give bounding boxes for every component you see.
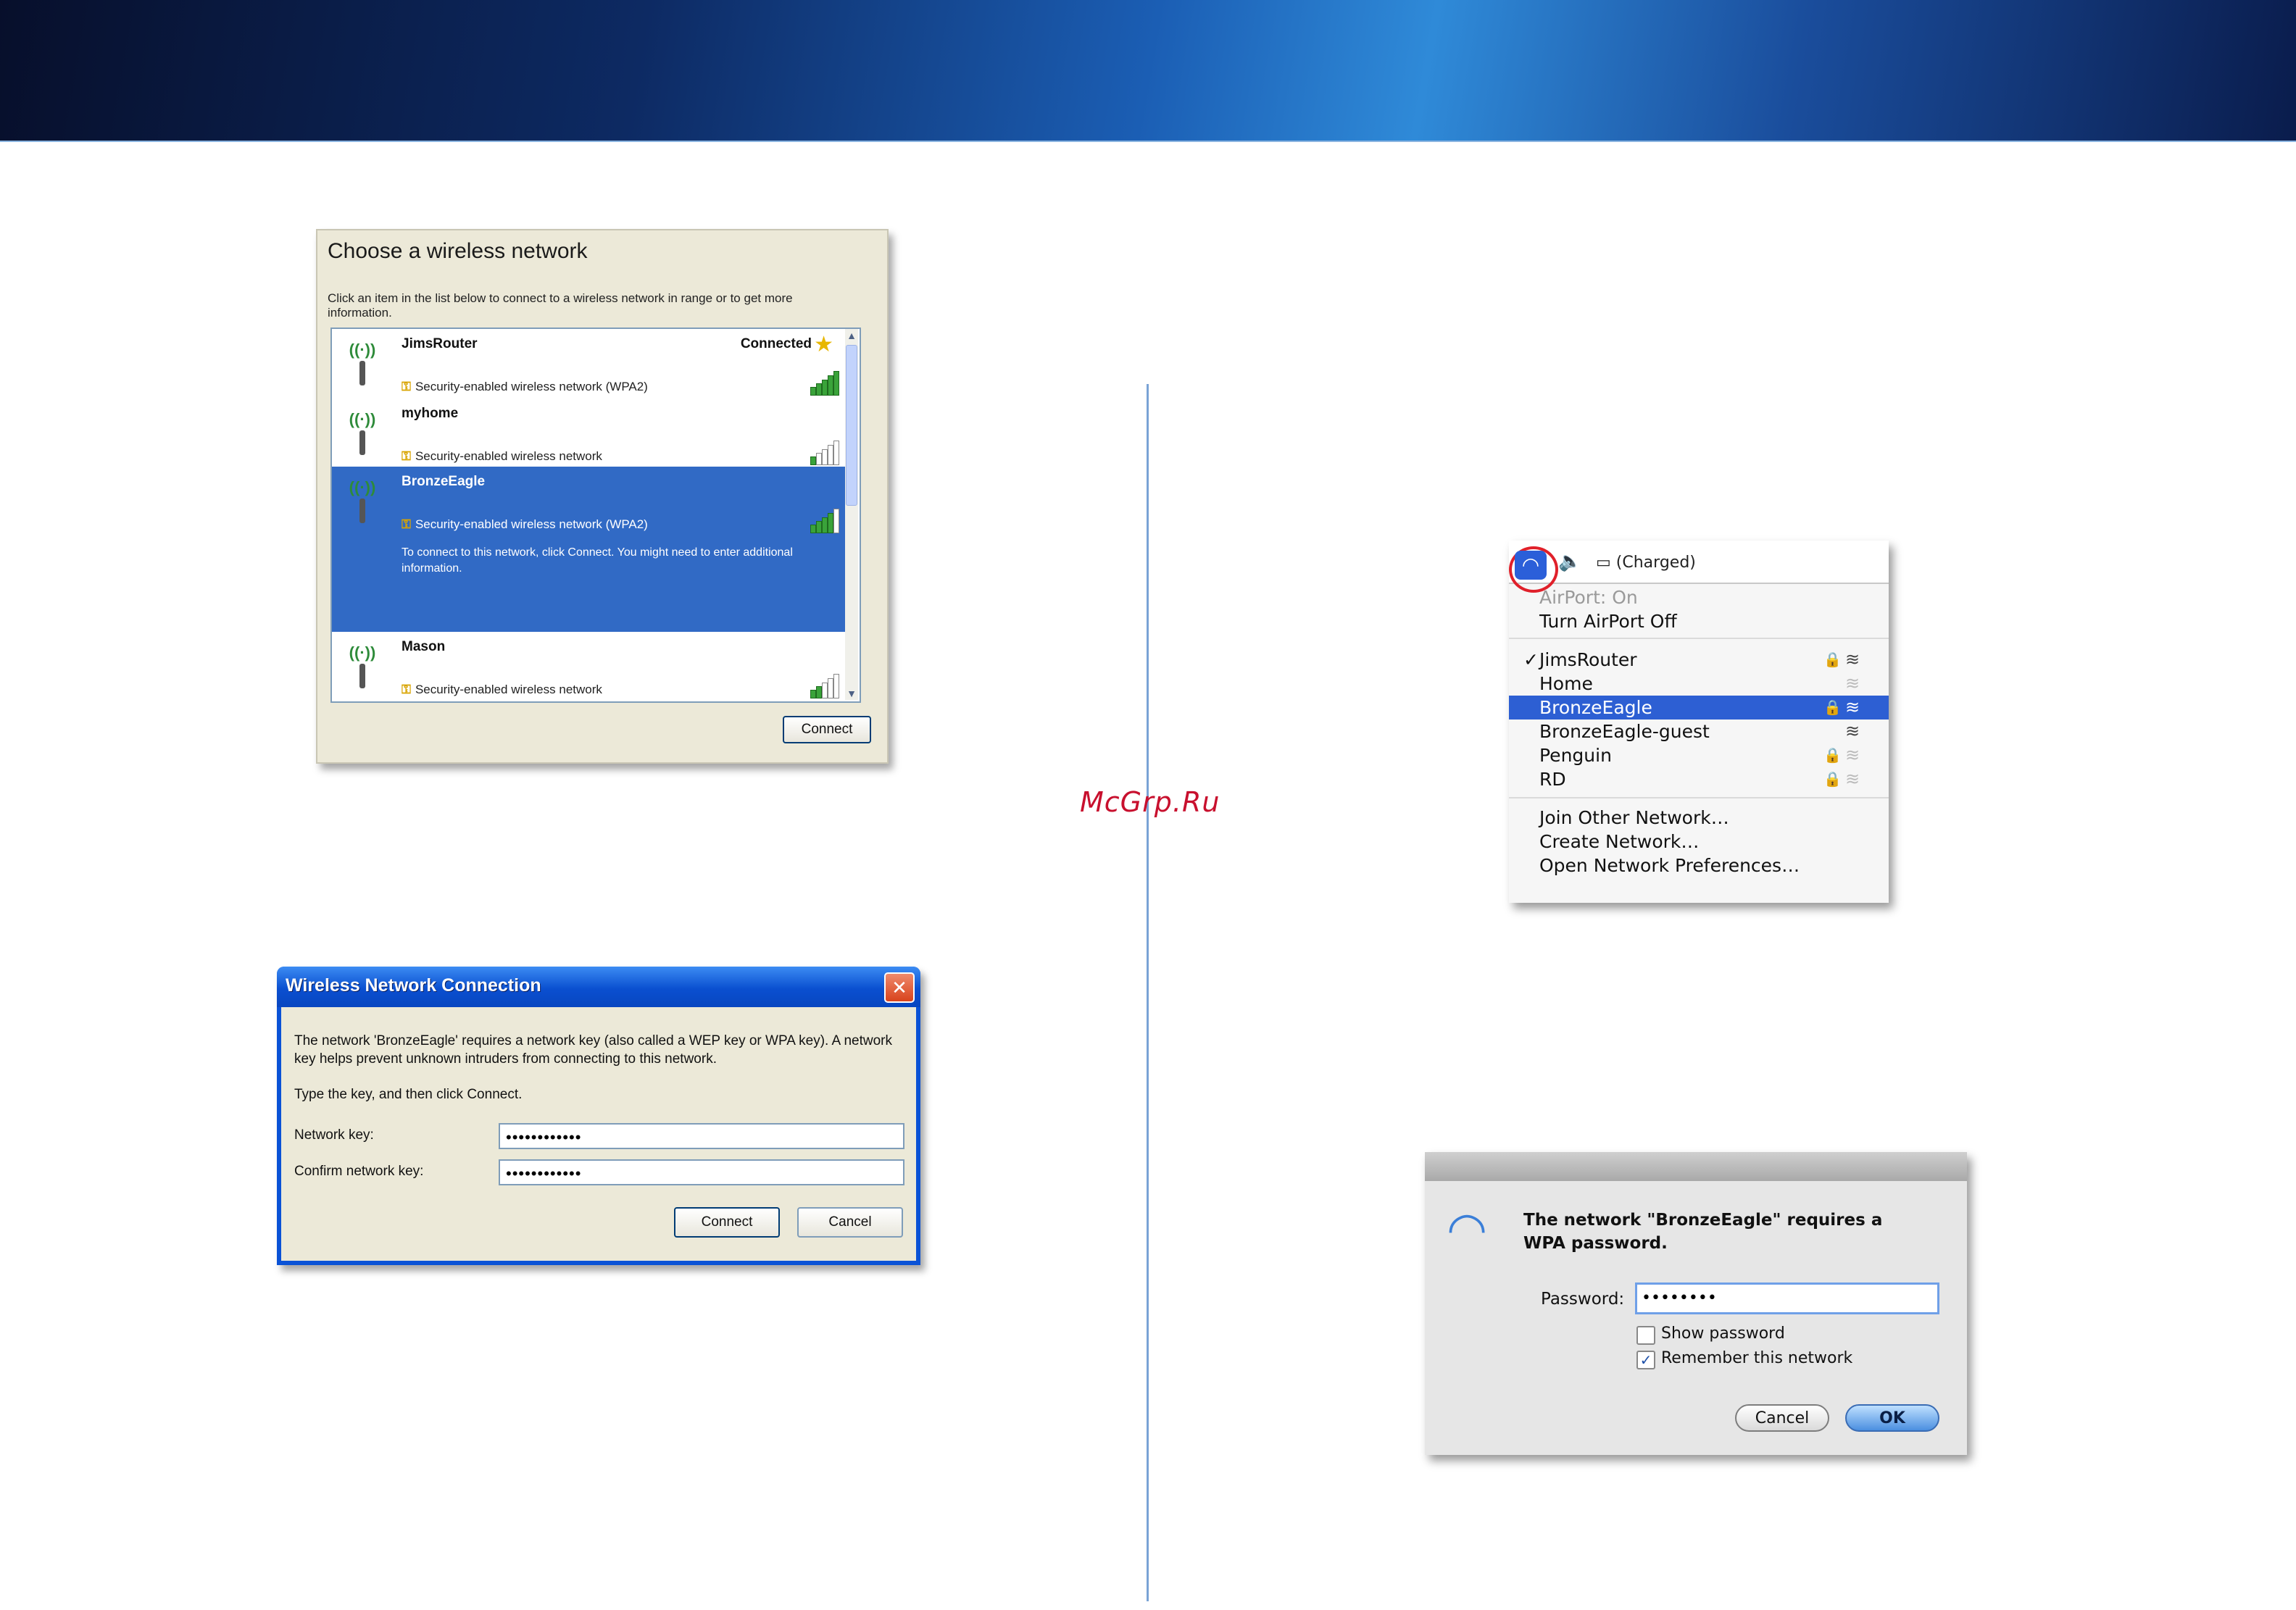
menu-network-bronzeeagle[interactable]: BronzeEagle 🔒 ≋ (1509, 696, 1889, 720)
lock-icon: 🔒 (1823, 746, 1842, 764)
connect-button[interactable]: Connect (674, 1207, 780, 1238)
network-item-myhome[interactable]: ((·)) myhome ⚿ Security-enabled wireless … (332, 399, 847, 467)
wifi-signal-icon: ≋ (1845, 673, 1860, 693)
watermark-text: McGrp.Ru (1080, 786, 1220, 818)
network-item-jimsrouter[interactable]: ((·)) JimsRouter Connected ★ ⚿ Security-e… (332, 329, 847, 399)
signal-strength-icon (810, 441, 842, 465)
security-text: ⚿ Security-enabled wireless network (WPA2… (402, 380, 648, 393)
confirm-key-field[interactable]: •••••••••••• (499, 1159, 904, 1185)
dialog-body: The network 'BronzeEagle' requires a net… (281, 1007, 916, 1261)
network-key-field[interactable]: •••••••••••• (499, 1123, 904, 1149)
choose-wireless-network-window: Choose a wireless network Click an item … (316, 229, 889, 764)
menu-network-jimsrouter[interactable]: ✓ JimsRouter 🔒 ≋ (1509, 648, 1889, 672)
dialog-title: Wireless Network Connection (286, 975, 541, 996)
network-item-mason[interactable]: ((·)) Mason ⚿ Security-enabled wireless n… (332, 632, 847, 701)
show-password-label: Show password (1661, 1325, 1785, 1343)
checkmark-icon: ✓ (1523, 649, 1539, 670)
confirm-key-label: Confirm network key: (294, 1164, 424, 1179)
lock-icon: ⚿ (402, 449, 411, 463)
security-text: ⚿ Security-enabled wireless network (402, 449, 602, 463)
remember-network-label: Remember this network (1661, 1349, 1853, 1367)
lock-icon: 🔒 (1823, 770, 1842, 788)
battery-icon: ▭ (1596, 554, 1611, 572)
scroll-down-icon[interactable]: ▼ (846, 687, 857, 700)
lock-icon: 🔒 (1823, 651, 1842, 668)
close-icon[interactable]: ✕ (884, 972, 915, 1003)
dialog-message: The network 'BronzeEagle' requires a net… (294, 1033, 892, 1067)
lock-icon: 🔒 (1823, 698, 1842, 716)
open-network-preferences-item[interactable]: Open Network Preferences… (1509, 854, 1889, 877)
window-description: Click an item in the list below to conne… (328, 291, 793, 320)
lock-icon: ⚿ (402, 380, 411, 393)
wifi-signal-icon: ≋ (1845, 721, 1860, 741)
antenna-icon: ((·)) (341, 410, 384, 461)
dialog-title-bar (1425, 1152, 1967, 1181)
network-list-scrollbar[interactable]: ▲ ▼ (845, 329, 858, 700)
menu-network-bronzeeagle-guest[interactable]: BronzeEagle-guest ≋ (1509, 720, 1889, 743)
airport-status: AirPort: On (1539, 587, 1638, 608)
ok-button[interactable]: OK (1845, 1404, 1939, 1432)
volume-icon[interactable]: 🔈 (1558, 551, 1581, 572)
security-text: ⚿ Security-enabled wireless network (WPA2… (402, 517, 648, 531)
remember-network-checkbox[interactable]: ✓ (1636, 1351, 1655, 1369)
menu-network-home[interactable]: Home ≋ (1509, 672, 1889, 696)
join-other-network-item[interactable]: Join Other Network… (1509, 806, 1889, 830)
cancel-button[interactable]: Cancel (797, 1207, 903, 1238)
wifi-signal-icon: ≋ (1845, 769, 1860, 789)
scroll-up-icon[interactable]: ▲ (846, 329, 857, 342)
battery-status[interactable]: ▭ (Charged) (1596, 554, 1696, 572)
airport-wifi-icon[interactable]: ◠ (1515, 551, 1547, 580)
lock-icon: ⚿ (402, 683, 411, 696)
menu-separator (1509, 638, 1889, 639)
network-name: myhome (402, 406, 459, 421)
network-name: JimsRouter (402, 336, 478, 351)
connection-status: Connected (740, 336, 812, 351)
network-list: ((·)) JimsRouter Connected ★ ⚿ Security-e… (330, 328, 861, 703)
menu-separator (1509, 797, 1889, 798)
scroll-thumb[interactable] (846, 345, 857, 506)
signal-strength-icon (810, 674, 842, 698)
connect-hint: To connect to this network, click Connec… (402, 546, 793, 575)
wifi-icon: ◠ (1447, 1203, 1487, 1256)
wifi-signal-icon: ≋ (1845, 649, 1860, 670)
show-password-checkbox[interactable] (1636, 1326, 1655, 1345)
menu-network-rd[interactable]: RD 🔒 ≋ (1509, 767, 1889, 791)
wifi-signal-icon: ≋ (1845, 745, 1860, 765)
network-name: Mason (402, 639, 446, 654)
star-icon: ★ (814, 333, 833, 356)
connect-button[interactable]: Connect (783, 716, 871, 743)
antenna-icon: ((·)) (341, 341, 384, 391)
airport-menu: ◠ 🔈 ▭ (Charged) AirPort: On Turn AirPort… (1509, 541, 1889, 903)
turn-airport-off-item[interactable]: Turn AirPort Off (1509, 609, 1889, 633)
security-text: ⚿ Security-enabled wireless network (402, 683, 602, 696)
lock-icon: ⚿ (402, 517, 411, 531)
dialog-title-bar: Wireless Network Connection ✕ (277, 967, 920, 1007)
signal-strength-icon (810, 371, 842, 396)
column-divider (1147, 384, 1149, 1601)
wifi-signal-icon: ≋ (1845, 697, 1860, 717)
dialog-instruction: Type the key, and then click Connect. (294, 1087, 523, 1102)
menu-bar: ◠ 🔈 ▭ (Charged) (1509, 541, 1889, 593)
antenna-icon: ((·)) (341, 643, 384, 694)
window-title: Choose a wireless network (328, 239, 588, 263)
network-key-label: Network key: (294, 1127, 374, 1143)
wireless-network-connection-dialog: Wireless Network Connection ✕ The networ… (277, 967, 920, 1265)
password-field[interactable]: •••••••• (1635, 1282, 1939, 1314)
wpa-password-dialog: ◠ The network "BronzeEagle" requires a W… (1425, 1152, 1967, 1455)
dialog-message: The network "BronzeEagle" requires a WPA… (1523, 1211, 1883, 1253)
menu-network-penguin[interactable]: Penguin 🔒 ≋ (1509, 743, 1889, 767)
network-name: BronzeEagle (402, 474, 486, 489)
create-network-item[interactable]: Create Network… (1509, 830, 1889, 854)
cancel-button[interactable]: Cancel (1735, 1404, 1829, 1432)
password-label: Password: (1541, 1290, 1625, 1309)
header-banner (0, 0, 2296, 142)
network-item-bronzeeagle[interactable]: ((·)) BronzeEagle ⚿ Security-enabled wire… (332, 467, 847, 632)
antenna-icon: ((·)) (341, 478, 384, 529)
signal-strength-icon (810, 509, 842, 533)
